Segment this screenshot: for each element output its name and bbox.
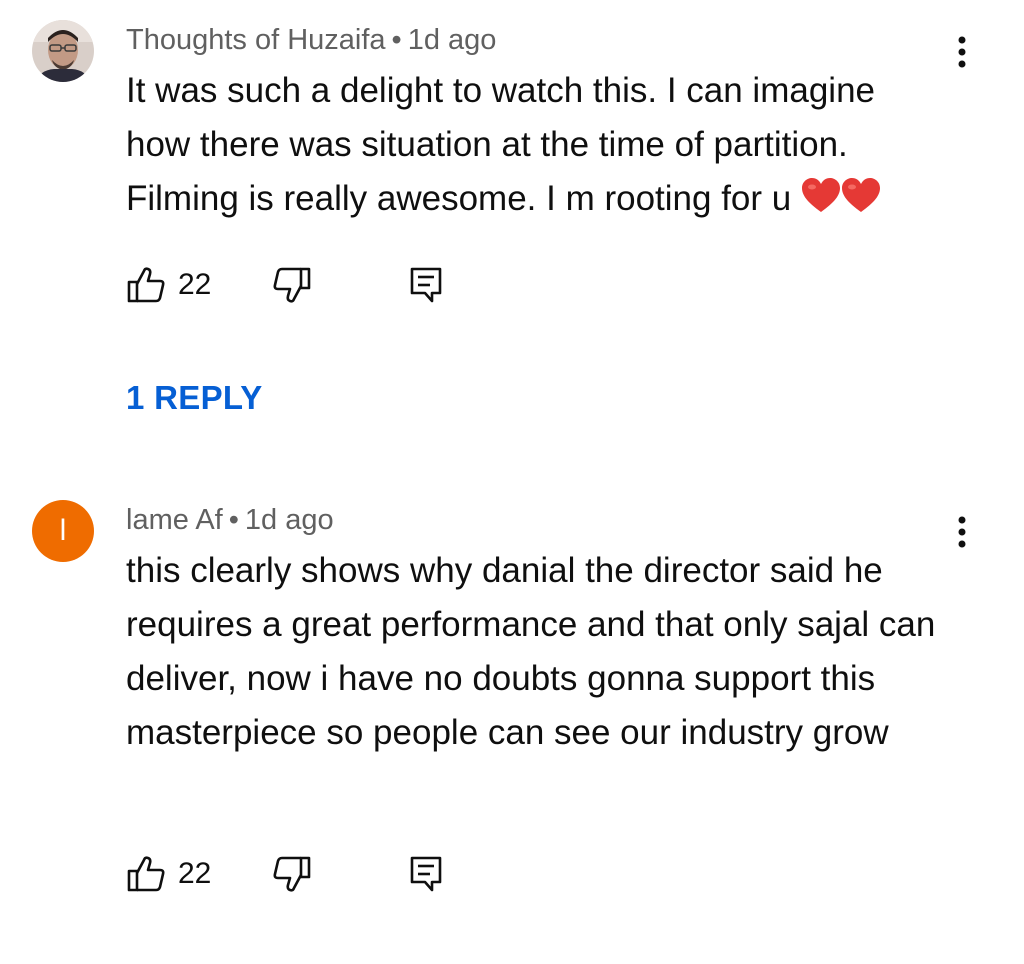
meta-separator: •: [391, 24, 402, 56]
reply-comment-icon[interactable]: [406, 265, 446, 305]
like-count: 22: [178, 268, 212, 301]
comment-actions: 22: [126, 265, 466, 305]
comment-time: 1d ago: [244, 504, 334, 536]
comment-text: It was such a delight to watch this. I c…: [126, 64, 946, 226]
red-heart-icon: [841, 178, 881, 214]
avatar-photo: [32, 20, 94, 82]
thumbs-up-icon[interactable]: [126, 265, 166, 305]
comment-author[interactable]: lame Af: [126, 504, 223, 536]
comment-meta: lame Af • 1d ago: [126, 500, 334, 540]
thumbs-up-icon[interactable]: [126, 854, 166, 894]
meta-separator: •: [228, 504, 239, 536]
comment-actions: 22: [126, 854, 466, 894]
more-vert-icon[interactable]: [944, 512, 980, 552]
avatar-letter: l: [59, 514, 67, 547]
comment-meta: Thoughts of Huzaifa • 1d ago: [126, 20, 496, 60]
view-replies-button[interactable]: 1 REPLY: [126, 376, 263, 420]
avatar[interactable]: l: [32, 500, 94, 562]
comment-author[interactable]: Thoughts of Huzaifa: [126, 24, 386, 56]
comment-text-body: It was such a delight to watch this. I c…: [126, 71, 875, 218]
thumbs-down-icon[interactable]: [272, 854, 312, 894]
red-heart-icon: [801, 178, 841, 214]
reply-comment-icon[interactable]: [406, 854, 446, 894]
more-vert-icon[interactable]: [944, 32, 980, 72]
comment-text: this clearly shows why danial the direct…: [126, 551, 936, 752]
avatar[interactable]: [32, 20, 94, 82]
like-count: 22: [178, 857, 212, 890]
thumbs-down-icon[interactable]: [272, 265, 312, 305]
comment-time: 1d ago: [407, 24, 497, 56]
